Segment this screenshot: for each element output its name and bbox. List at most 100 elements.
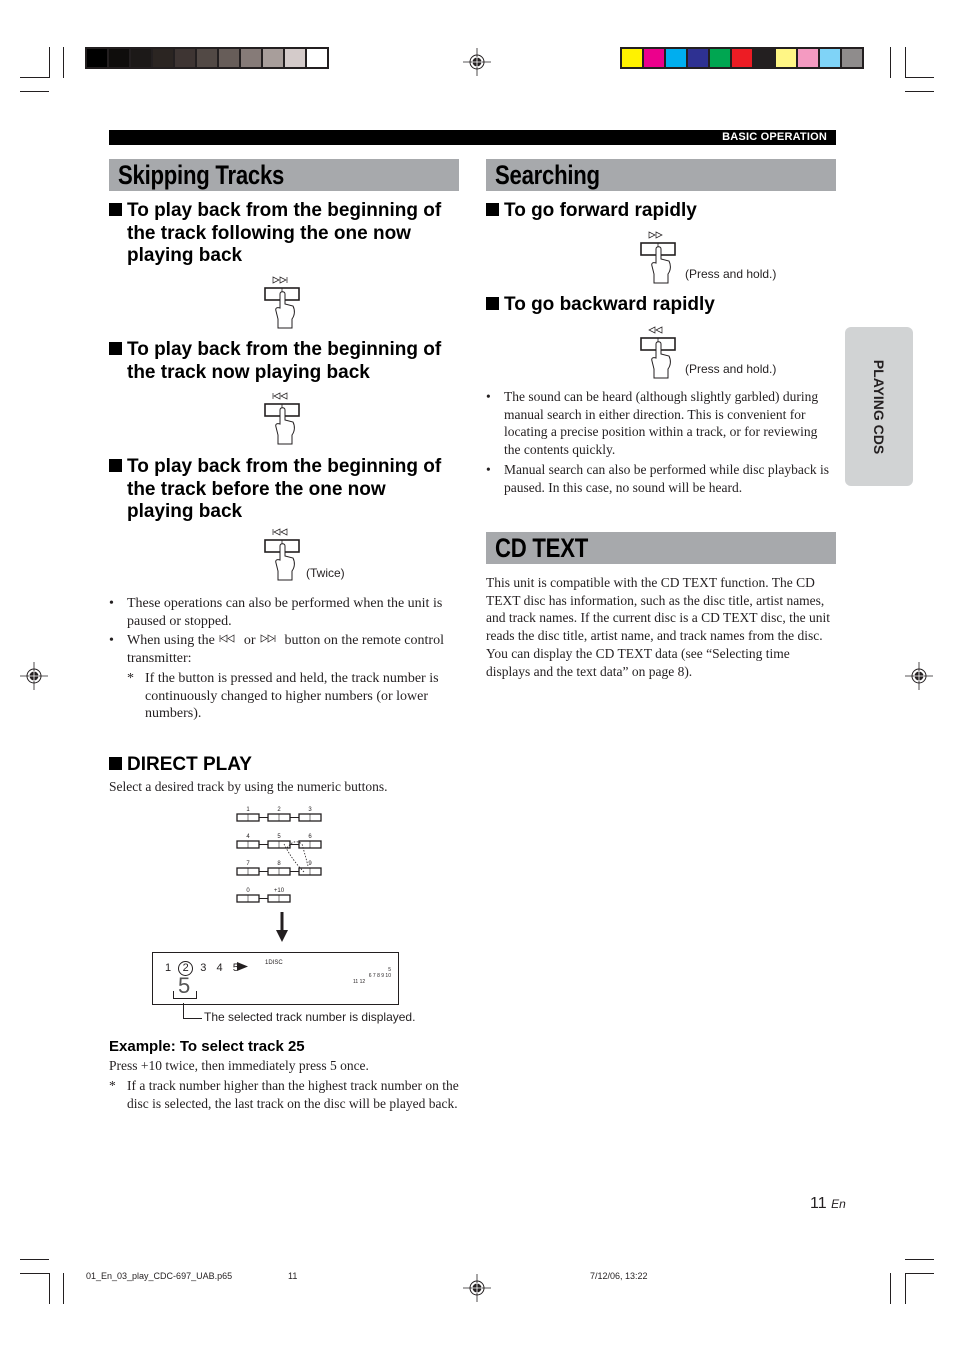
color-swatch [820, 49, 840, 67]
registration-mark-icon [463, 48, 491, 76]
keypad-button: 5 [267, 834, 299, 849]
crop-mark [63, 47, 64, 78]
color-swatch [622, 49, 642, 67]
cd-text-body: This unit is compatible with the CD TEXT… [486, 575, 831, 679]
rewind-icon [648, 326, 663, 334]
section-title-cd-text: CD TEXT [486, 532, 836, 564]
square-bullet-icon [486, 297, 499, 310]
note-bullet: • These operations can also be performed … [109, 596, 443, 629]
color-swatch [644, 49, 664, 67]
front-panel-display: 1 2 3 4 5 1DISC 5 5 6 7 8 9 10 11 12 [152, 952, 399, 1005]
keypad-button: 8 [267, 861, 299, 876]
section-label: BASIC OPERATION [722, 131, 827, 143]
footer-date: 7/12/06, 13:22 [590, 1271, 648, 1281]
skipping-notes: • These operations can also be performed … [109, 595, 459, 723]
crop-mark [20, 1273, 49, 1274]
press-hold-note: (Press and hold.) [685, 362, 777, 376]
skip-previous-button-illustration [264, 392, 300, 445]
digit-bracket [173, 991, 197, 999]
crop-mark [20, 1259, 49, 1260]
crop-mark [905, 47, 906, 78]
keypad-label: 6 [308, 834, 312, 840]
keypad-button: 7 [236, 861, 268, 876]
example-note: * If a track number higher than the highe… [109, 1078, 459, 1111]
keypad-button: 1 [236, 807, 268, 822]
section-title-searching: Searching [486, 159, 836, 191]
color-swatch [666, 49, 686, 67]
keypad-button: 9 [298, 861, 322, 876]
crop-mark [49, 47, 50, 78]
keypad-button: 4 [236, 834, 268, 849]
crop-mark [905, 1259, 934, 1260]
color-calibration-bar [620, 47, 864, 69]
crop-mark [905, 91, 934, 92]
page-number: 11 En [810, 1195, 846, 1212]
keypad-button: 2 [267, 807, 299, 822]
color-swatch [197, 49, 217, 67]
color-swatch [710, 49, 730, 67]
color-swatch [153, 49, 173, 67]
track-calendar: 5 6 7 8 9 10 11 12 [353, 967, 391, 985]
registration-mark-icon [20, 662, 48, 690]
color-swatch [263, 49, 283, 67]
grayscale-calibration-bar [85, 47, 329, 69]
keypad-label: 7 [246, 861, 250, 867]
track-indicator-row: 1 2 3 4 5 [165, 961, 239, 976]
example-heading: Example: To select track 25 [109, 1038, 305, 1055]
arrow-down-icon [276, 912, 288, 942]
example-instruction: Press +10 twice, then immediately press … [109, 1058, 369, 1073]
callout-text: The selected track number is displayed. [204, 1010, 416, 1024]
crop-mark [20, 91, 49, 92]
keypad-label: 9 [308, 861, 312, 867]
subheading-direct-play: DIRECT PLAY [109, 754, 252, 777]
color-swatch [842, 49, 862, 67]
color-swatch [776, 49, 796, 67]
prev-track-icon [272, 392, 288, 400]
subheading-previous-track: To play back from the beginning of the t… [109, 456, 469, 524]
fast-forward-button-illustration [640, 231, 676, 284]
color-swatch [241, 49, 261, 67]
press-hold-note: (Press and hold.) [685, 267, 777, 281]
next-track-icon [260, 634, 276, 644]
prev-track-icon [272, 528, 288, 536]
callout-line [183, 1018, 202, 1019]
color-swatch [732, 49, 752, 67]
footer-file-name: 01_En_03_play_CDC-697_UAB.p65 [86, 1271, 233, 1281]
crop-mark [905, 1273, 906, 1304]
note-bullet: • When using the or button on the remote … [109, 633, 444, 667]
color-swatch [219, 49, 239, 67]
side-tab-playing-cds: PLAYING CDS [845, 327, 913, 486]
rewind-button-illustration [640, 326, 676, 379]
color-swatch [175, 49, 195, 67]
keypad-label: 0 [246, 888, 250, 894]
side-tab-label: PLAYING CDS [871, 359, 887, 454]
section-header-bar: BASIC OPERATION [109, 130, 836, 145]
color-swatch [285, 49, 305, 67]
registration-mark-icon [905, 662, 933, 690]
color-swatch [131, 49, 151, 67]
keypad-button: 0 [236, 888, 268, 903]
note-bullet: • The sound can be heard (although slight… [486, 389, 819, 458]
keypad-label: 3 [308, 807, 312, 813]
color-swatch [307, 49, 327, 67]
play-indicator-icon [237, 962, 248, 971]
numeric-keypad-illustration: 1 2 3 4 5 6 7 8 9 0 +10 [236, 807, 322, 903]
square-bullet-icon [486, 203, 499, 216]
keypad-button: +10 [267, 888, 291, 903]
crop-mark [905, 77, 934, 78]
subheading-current-track: To play back from the beginning of the t… [109, 339, 469, 384]
keypad-label: +10 [274, 888, 285, 894]
color-swatch [109, 49, 129, 67]
footer-page: 11 [288, 1271, 298, 1281]
square-bullet-icon [109, 757, 122, 770]
keypad-label: 8 [277, 861, 281, 867]
note-asterisk: * If the button is pressed and held, the … [127, 670, 439, 722]
note-bullet: • Manual search can also be performed whi… [486, 461, 830, 495]
crop-mark [905, 1273, 934, 1274]
color-swatch [798, 49, 818, 67]
direct-play-intro: Select a desired track by using the nume… [109, 779, 388, 794]
subheading-next-track: To play back from the beginning of the t… [109, 200, 469, 268]
next-track-icon [272, 276, 288, 284]
color-swatch [754, 49, 774, 67]
skip-previous-twice-illustration [264, 528, 300, 581]
